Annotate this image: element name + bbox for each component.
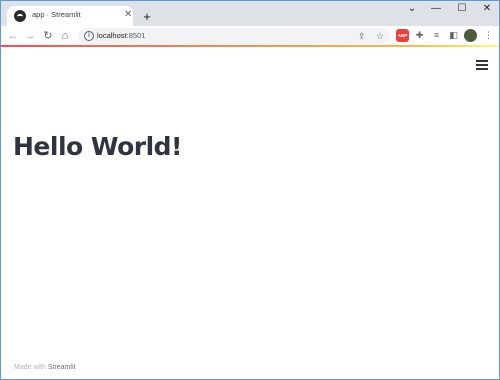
url-host: localhost xyxy=(97,31,127,40)
site-info-icon[interactable]: i xyxy=(84,31,94,41)
streamlit-link[interactable]: Streamlit xyxy=(48,364,76,371)
browser-window: app · Streamlit ✕ + ⌄ — ☐ ✕ ← → ↻ ⌂ i lo… xyxy=(0,0,500,380)
tab-app[interactable]: app · Streamlit ✕ xyxy=(7,6,133,26)
streamlit-favicon-icon xyxy=(14,10,26,22)
side-panel-icon[interactable]: ◧ xyxy=(447,29,460,42)
minimize-button[interactable]: — xyxy=(426,3,446,14)
tab-title: app · Streamlit xyxy=(32,10,81,19)
extensions-puzzle-icon[interactable]: ✚ xyxy=(413,29,426,42)
hamburger-menu-icon[interactable] xyxy=(476,60,488,70)
page-title: Hello World! xyxy=(13,132,182,161)
browser-toolbar: ← → ↻ ⌂ i localhost:8501 ⇪ ☆ ABP ✚ ≡ ◧ ⋮ xyxy=(1,26,499,46)
bookmark-star-icon[interactable]: ☆ xyxy=(376,30,384,42)
tab-search-chevron-icon[interactable]: ⌄ xyxy=(402,3,422,14)
tab-close-icon[interactable]: ✕ xyxy=(124,9,132,21)
adblock-extension-icon[interactable]: ABP xyxy=(396,29,409,42)
address-bar[interactable]: i localhost:8501 ⇪ ☆ xyxy=(78,28,390,44)
share-icon[interactable]: ⇪ xyxy=(358,30,366,42)
browser-menu-icon[interactable]: ⋮ xyxy=(482,29,495,42)
reload-button[interactable]: ↻ xyxy=(41,28,55,44)
forward-button[interactable]: → xyxy=(23,28,37,44)
close-window-button[interactable]: ✕ xyxy=(477,3,497,14)
profile-avatar[interactable] xyxy=(464,29,477,42)
back-button[interactable]: ← xyxy=(6,28,20,44)
url-port: :8501 xyxy=(126,31,146,40)
tab-strip: app · Streamlit ✕ + ⌄ — ☐ ✕ xyxy=(1,1,499,26)
media-control-icon[interactable]: ≡ xyxy=(430,29,443,42)
footer: Made with Streamlit xyxy=(14,364,75,371)
home-button[interactable]: ⌂ xyxy=(58,28,72,44)
new-tab-button[interactable]: + xyxy=(139,9,155,25)
app-page: Hello World! Made with Streamlit xyxy=(1,47,499,379)
footer-prefix: Made with xyxy=(14,364,46,371)
url-text[interactable]: localhost:8501 xyxy=(97,31,145,40)
maximize-button[interactable]: ☐ xyxy=(452,3,472,14)
